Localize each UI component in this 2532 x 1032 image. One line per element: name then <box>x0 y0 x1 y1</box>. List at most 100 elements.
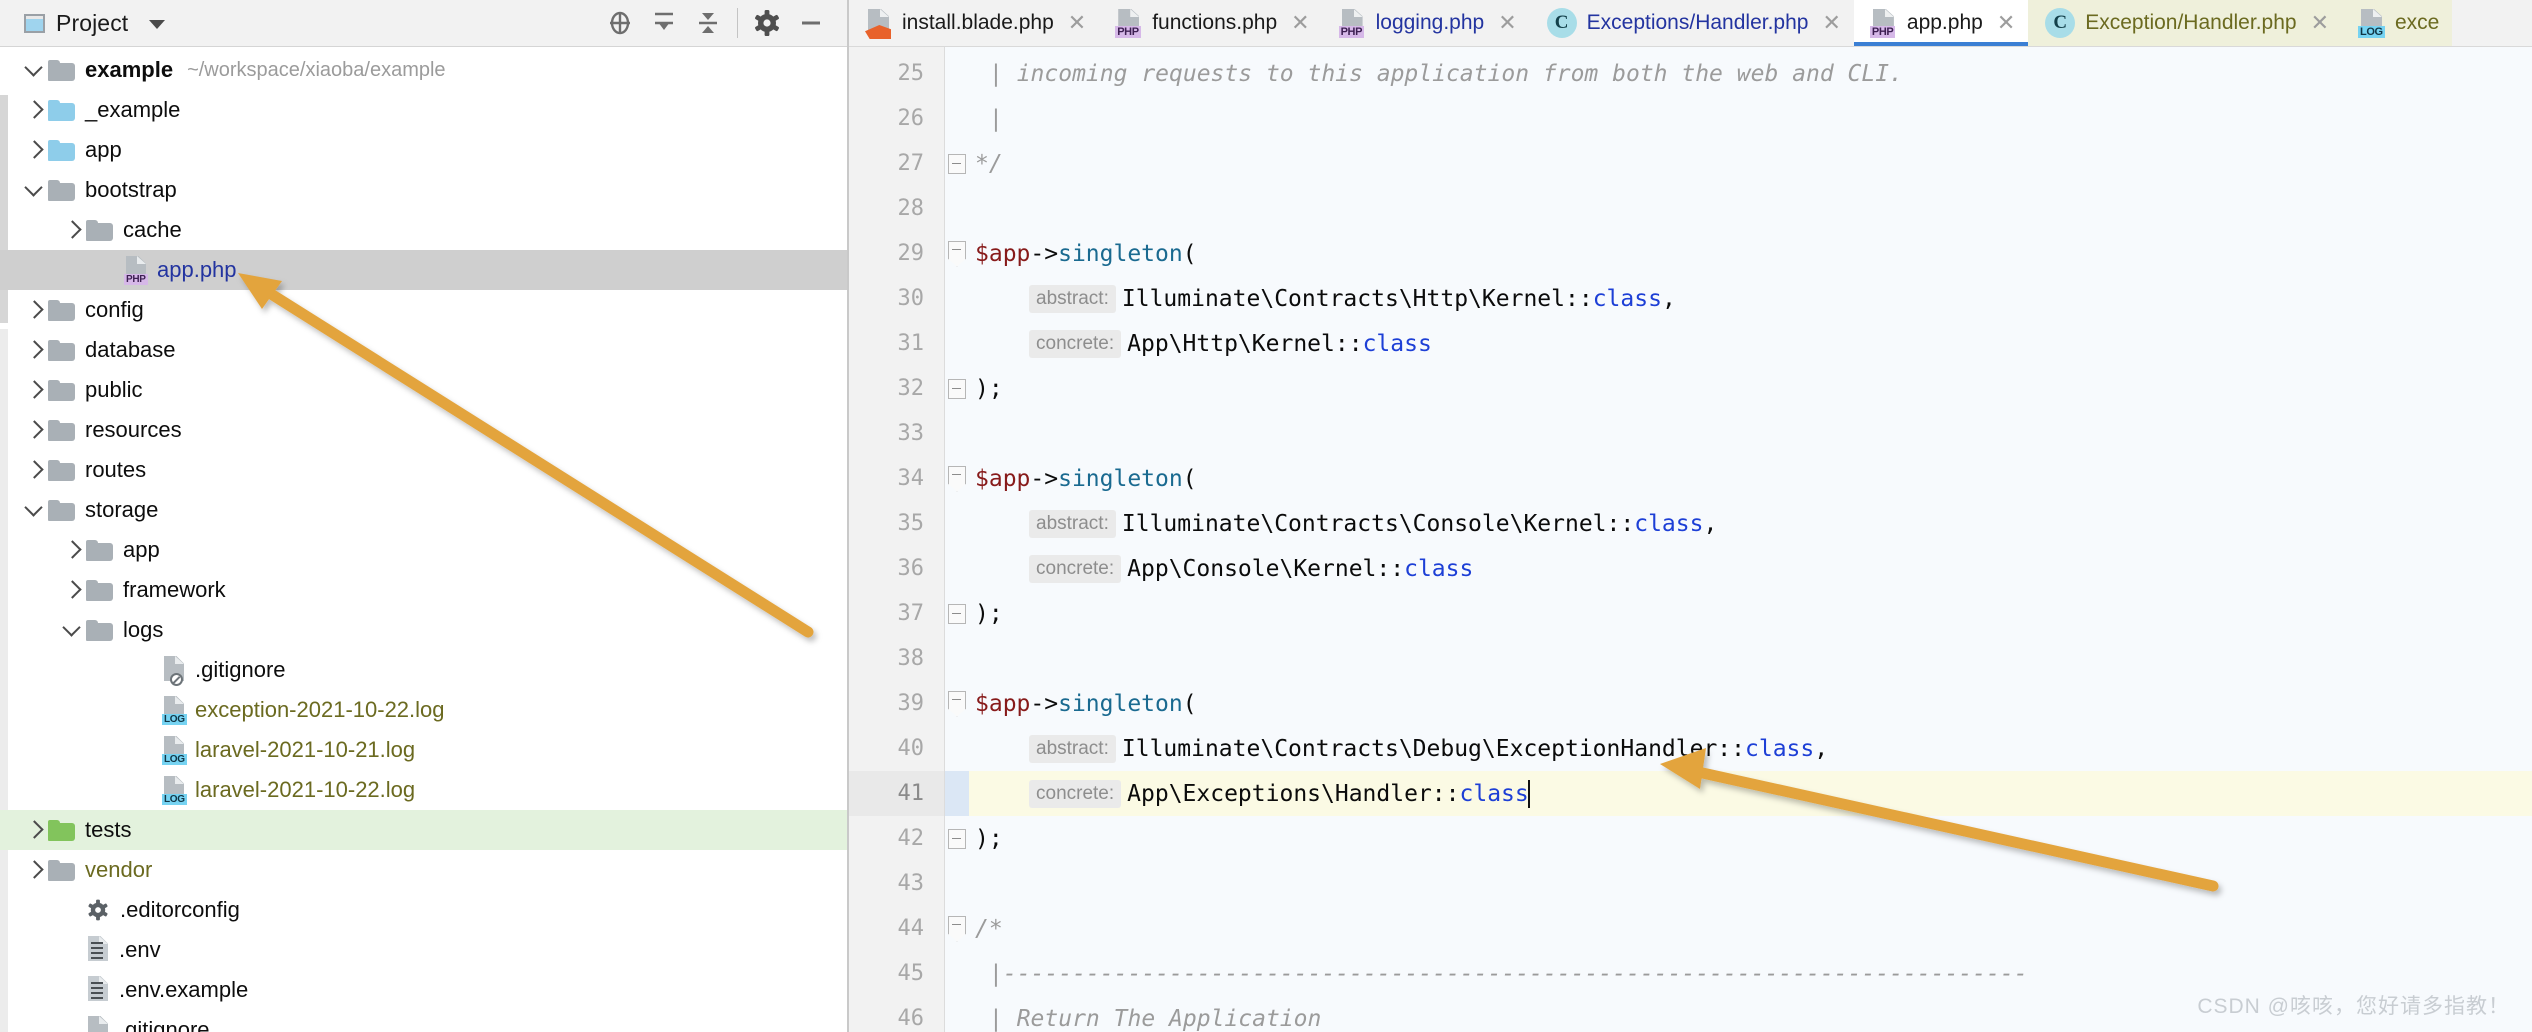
fold-collapse-icon[interactable] <box>948 603 966 624</box>
code-folding-gutter[interactable] <box>945 47 969 1032</box>
editor-tab[interactable]: C Exceptions/Handler.php ✕ <box>1529 0 1854 46</box>
fold-region-icon[interactable] <box>948 915 966 942</box>
fold-collapse-icon[interactable] <box>948 378 966 399</box>
close-icon[interactable]: ✕ <box>1068 12 1086 34</box>
code-line[interactable]: abstract: Illuminate\Contracts\Console\Ke… <box>969 501 2532 546</box>
code-line[interactable] <box>969 411 2532 456</box>
fold-region-icon[interactable] <box>948 240 966 267</box>
tree-file-row[interactable]: .env <box>0 930 847 970</box>
locate-icon[interactable] <box>598 1 642 45</box>
code-line[interactable]: concrete: App\Exceptions\Handler:: class <box>969 771 2532 816</box>
editor-tab[interactable]: C Exception/Handler.php ✕ <box>2028 0 2342 46</box>
fold-marker[interactable] <box>945 456 969 501</box>
tree-folder-row[interactable]: app <box>0 130 847 170</box>
editor-tab[interactable]: LOG exce <box>2342 0 2453 46</box>
settings-gear-icon[interactable] <box>745 1 789 45</box>
chevron-down-icon[interactable] <box>60 617 86 643</box>
code-editor[interactable]: 25 26 27 28 29 30 31 32 33 34 35 36 37 38 39 40 41 42 43 44… <box>849 47 2532 1032</box>
chevron-down-icon[interactable] <box>22 57 48 83</box>
tree-file-row[interactable]: PHP app.php <box>0 250 847 290</box>
chevron-down-icon[interactable] <box>22 497 48 523</box>
fold-collapse-icon[interactable] <box>948 153 966 174</box>
tree-folder-row[interactable]: vendor <box>0 850 847 890</box>
close-icon[interactable]: ✕ <box>2311 12 2329 34</box>
chevron-right-icon[interactable] <box>22 417 48 443</box>
code-line[interactable]: ); <box>969 816 2532 861</box>
tree-file-row[interactable]: .env.example <box>0 970 847 1010</box>
tree-file-row[interactable]: LOG exception-2021-10-22.log <box>0 690 847 730</box>
tree-folder-row[interactable]: routes <box>0 450 847 490</box>
chevron-right-icon[interactable] <box>60 537 86 563</box>
project-title-group[interactable]: Project <box>24 10 166 37</box>
tree-folder-row[interactable]: example ~/workspace/xiaoba/example <box>0 50 847 90</box>
code-line[interactable]: $app -> singleton( <box>969 456 2532 501</box>
chevron-right-icon[interactable] <box>22 817 48 843</box>
editor-tab[interactable]: PHP app.php ✕ <box>1853 0 2029 46</box>
fold-marker[interactable] <box>945 231 969 276</box>
code-line[interactable]: concrete: App\Console\Kernel:: class <box>969 546 2532 591</box>
code-line[interactable]: | incoming requests to this application … <box>969 51 2532 96</box>
editor-tab[interactable]: PHP logging.php ✕ <box>1322 0 1530 46</box>
tree-folder-row[interactable]: _example <box>0 90 847 130</box>
tree-folder-row[interactable]: database <box>0 330 847 370</box>
code-line[interactable]: ); <box>969 591 2532 636</box>
tree-folder-row[interactable]: bootstrap <box>0 170 847 210</box>
code-line[interactable]: /* <box>969 906 2532 951</box>
fold-marker[interactable] <box>945 591 969 636</box>
chevron-right-icon[interactable] <box>22 97 48 123</box>
tree-folder-row[interactable]: tests <box>0 810 847 850</box>
code-line[interactable]: */ <box>969 141 2532 186</box>
tree-folder-row[interactable]: cache <box>0 210 847 250</box>
chevron-down-icon[interactable] <box>22 177 48 203</box>
tree-file-row[interactable]: LOG laravel-2021-10-22.log <box>0 770 847 810</box>
tree-folder-row[interactable]: storage <box>0 490 847 530</box>
chevron-right-icon[interactable] <box>22 337 48 363</box>
chevron-right-icon[interactable] <box>22 457 48 483</box>
chevron-right-icon[interactable] <box>22 137 48 163</box>
fold-marker[interactable] <box>945 141 969 186</box>
chevron-down-icon[interactable] <box>149 20 166 29</box>
fold-marker[interactable] <box>945 906 969 951</box>
tree-file-row[interactable]: .gitignore <box>0 1010 847 1032</box>
fold-marker[interactable] <box>945 366 969 411</box>
tree-file-row[interactable]: LOG laravel-2021-10-21.log <box>0 730 847 770</box>
project-file-tree[interactable]: example ~/workspace/xiaoba/example _exampl… <box>0 47 847 1032</box>
fold-marker[interactable] <box>945 681 969 726</box>
code-line[interactable]: abstract: Illuminate\Contracts\Http\Kerne… <box>969 276 2532 321</box>
tree-folder-row[interactable]: app <box>0 530 847 570</box>
chevron-right-icon[interactable] <box>60 217 86 243</box>
fold-collapse-icon[interactable] <box>948 828 966 849</box>
fold-region-icon[interactable] <box>948 690 966 717</box>
editor-tab[interactable]: PHP functions.php ✕ <box>1099 0 1323 46</box>
close-icon[interactable]: ✕ <box>1822 12 1840 34</box>
chevron-right-icon[interactable] <box>60 577 86 603</box>
code-line[interactable] <box>969 861 2532 906</box>
code-content[interactable]: | incoming requests to this application … <box>969 47 2532 1032</box>
expand-all-icon[interactable] <box>642 1 686 45</box>
code-line[interactable]: | <box>969 96 2532 141</box>
code-line[interactable]: ); <box>969 366 2532 411</box>
code-line[interactable]: concrete: App\Http\Kernel:: class <box>969 321 2532 366</box>
close-icon[interactable]: ✕ <box>1291 12 1309 34</box>
fold-region-icon[interactable] <box>948 465 966 492</box>
chevron-right-icon[interactable] <box>22 377 48 403</box>
tree-folder-row[interactable]: config <box>0 290 847 330</box>
editor-tab[interactable]: install.blade.php ✕ <box>849 0 1100 46</box>
code-line[interactable] <box>969 186 2532 231</box>
fold-marker[interactable] <box>945 816 969 861</box>
hide-panel-icon[interactable] <box>789 1 833 45</box>
tree-file-row[interactable]: .gitignore <box>0 650 847 690</box>
close-icon[interactable]: ✕ <box>1997 12 2015 34</box>
tree-file-row[interactable]: .editorconfig <box>0 890 847 930</box>
chevron-right-icon[interactable] <box>22 297 48 323</box>
code-line[interactable]: $app -> singleton( <box>969 681 2532 726</box>
code-line[interactable]: $app -> singleton( <box>969 231 2532 276</box>
chevron-right-icon[interactable] <box>22 857 48 883</box>
code-line[interactable]: abstract: Illuminate\Contracts\Debug\Exce… <box>969 726 2532 771</box>
tree-folder-row[interactable]: resources <box>0 410 847 450</box>
code-line[interactable] <box>969 636 2532 681</box>
collapse-all-icon[interactable] <box>686 1 730 45</box>
tree-folder-row[interactable]: public <box>0 370 847 410</box>
tree-folder-row[interactable]: framework <box>0 570 847 610</box>
editor-tab-bar[interactable]: install.blade.php ✕ PHP functions.php ✕ PHP lo… <box>849 0 2532 47</box>
